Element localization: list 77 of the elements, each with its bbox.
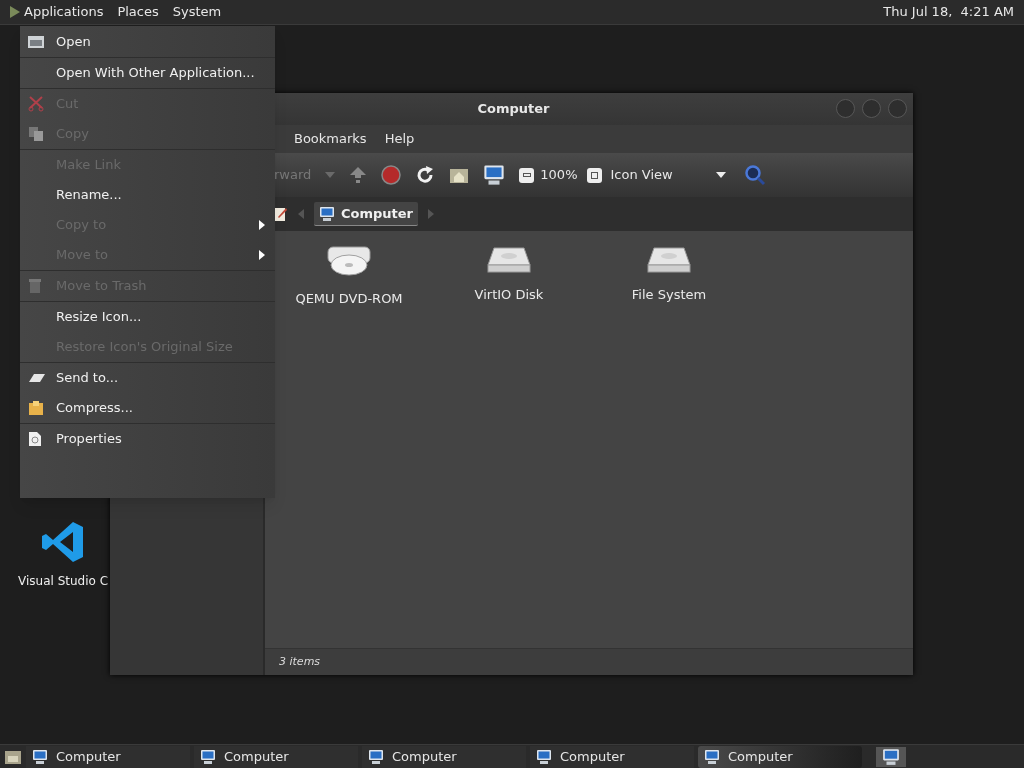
- menu-bar-item[interactable]: Bookmarks: [286, 129, 375, 149]
- zoom-level: 100%: [540, 166, 578, 185]
- taskbar-button[interactable]: Computer: [194, 745, 358, 768]
- submenu-arrow-icon: [259, 220, 265, 230]
- trash-icon: [28, 278, 42, 294]
- file-item[interactable]: File System: [609, 245, 729, 305]
- submenu-arrow-icon: [259, 250, 265, 260]
- taskbar-label: Computer: [728, 747, 793, 766]
- menu-item[interactable]: Open: [20, 27, 275, 57]
- computer-icon: [882, 747, 900, 766]
- right-arrow-icon[interactable]: [428, 209, 435, 219]
- scissors-icon: [28, 96, 44, 112]
- dropdown-caret-icon: [716, 172, 727, 178]
- taskbar-label: Computer: [224, 747, 289, 766]
- hard-drive-icon: [486, 245, 532, 275]
- workspace-switcher[interactable]: [876, 746, 906, 767]
- desktop-icon-label[interactable]: Visual Studio C: [18, 572, 109, 590]
- taskbar-label: Computer: [560, 747, 625, 766]
- menu-item-label: Resize Icon...: [56, 308, 143, 327]
- menu-item[interactable]: Open With Other Application...: [20, 58, 275, 88]
- taskbar-button[interactable]: Computer: [362, 745, 526, 768]
- computer-icon: [319, 205, 335, 222]
- zoom-in-button[interactable]: [587, 167, 603, 183]
- menu-item[interactable]: Rename...: [20, 180, 275, 210]
- menu-item[interactable]: Resize Icon...: [20, 302, 275, 332]
- status-text: 3 items: [279, 653, 321, 670]
- archive-icon: [28, 400, 44, 416]
- menu-item-label: Open With Other Application...: [56, 64, 256, 83]
- menu-item[interactable]: Send to...: [20, 363, 275, 393]
- stop-icon[interactable]: [381, 165, 402, 185]
- taskbar-button[interactable]: Computer: [530, 745, 694, 768]
- menu-item-label: Compress...: [56, 399, 134, 418]
- panel-clock[interactable]: Thu Jul 18, 4:21 AM: [883, 2, 1014, 22]
- minimize-button[interactable]: [836, 99, 855, 118]
- panel-menu[interactable]: System: [172, 2, 222, 22]
- show-desktop-icon[interactable]: [4, 748, 22, 765]
- file-item[interactable]: QEMU DVD-ROM: [289, 245, 409, 309]
- menu-bar-item[interactable]: Help: [376, 129, 423, 149]
- up-arrow-icon[interactable]: [349, 166, 368, 184]
- computer-icon: [536, 748, 552, 765]
- menu-item-label: Send to...: [56, 369, 120, 388]
- search-icon[interactable]: [744, 164, 767, 186]
- taskbar-button[interactable]: Computer: [698, 745, 862, 768]
- menu-item-label: Properties: [56, 430, 123, 449]
- view-selector[interactable]: Icon View: [610, 165, 731, 185]
- zoom-out-button[interactable]: [519, 167, 535, 183]
- dropdown-caret-icon[interactable]: [325, 172, 336, 178]
- close-button[interactable]: [888, 99, 907, 118]
- file-label: QEMU DVD-ROM: [295, 290, 403, 308]
- panel-menu[interactable]: Applications: [24, 2, 104, 22]
- menu-item[interactable]: Compress...: [20, 393, 275, 423]
- code-editor-icon[interactable]: [41, 520, 86, 564]
- optical-drive-icon: [326, 245, 372, 279]
- menu-item-label: Open: [56, 33, 92, 52]
- panel-menu[interactable]: Places: [117, 2, 159, 22]
- computer-icon: [32, 748, 48, 765]
- computer-icon: [200, 748, 216, 765]
- maximize-button[interactable]: [862, 99, 881, 118]
- home-folder-icon[interactable]: [449, 166, 470, 184]
- copy-icon: [28, 126, 44, 142]
- panel-arrow-icon: [10, 6, 20, 18]
- path-button[interactable]: Computer: [314, 202, 419, 226]
- computer-icon: [368, 748, 384, 765]
- file-item[interactable]: VirtIO Disk: [449, 245, 569, 305]
- hard-drive-icon: [646, 245, 692, 275]
- file-label: VirtIO Disk: [474, 286, 544, 304]
- menu-item-label: Rename...: [56, 186, 123, 205]
- taskbar-label: Computer: [56, 747, 121, 766]
- taskbar-label: Computer: [392, 747, 457, 766]
- document-icon: [28, 431, 42, 447]
- computer-icon: [483, 164, 506, 186]
- window-title: Computer: [476, 100, 550, 119]
- file-label: File System: [631, 286, 707, 304]
- left-arrow-icon[interactable]: [298, 209, 304, 219]
- menu-item[interactable]: Properties: [20, 424, 275, 454]
- taskbar-button[interactable]: Computer: [26, 745, 190, 768]
- computer-icon: [704, 748, 720, 765]
